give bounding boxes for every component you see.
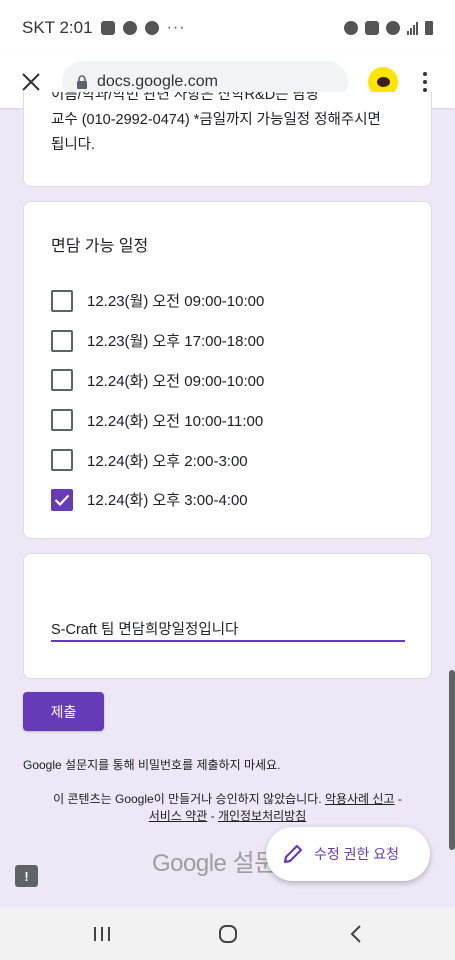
status-left: SKT 2:01 ··· xyxy=(22,18,186,38)
checkbox[interactable] xyxy=(51,369,73,392)
status-bar: SKT 2:01 ··· xyxy=(0,0,455,56)
url-text: docs.google.com xyxy=(97,73,218,90)
signal-icon xyxy=(407,21,418,35)
mute-icon xyxy=(365,21,379,35)
pencil-icon xyxy=(283,844,303,864)
checkbox-option[interactable]: 12.24(화) 오후 3:00-4:00 xyxy=(51,480,404,520)
description-line-3: 됩니다. xyxy=(51,137,96,153)
option-label: 12.23(월) 오후 17:00-18:00 xyxy=(87,333,265,351)
form-description-card: 이름/학과/학번 관련 사항은 산학R&D는 담당 교수 (010-2992-0… xyxy=(23,92,432,187)
menu-dot xyxy=(423,80,427,84)
disclaimer: 이 콘텐츠는 Google이 만들거나 승인하지 않았습니다. 악용사례 신고 … xyxy=(0,791,455,825)
scrollbar[interactable] xyxy=(449,670,455,850)
checkbox-option[interactable]: 12.23(월) 오후 17:00-18:00 xyxy=(51,321,404,361)
home-button[interactable] xyxy=(206,917,250,951)
back-button[interactable] xyxy=(334,917,378,951)
recent-apps-button[interactable] xyxy=(80,917,124,951)
report-abuse-link[interactable]: 악용사례 신고 xyxy=(325,792,395,806)
home-icon xyxy=(219,925,237,943)
terms-link[interactable]: 서비스 약관 xyxy=(149,809,208,823)
checkbox-option[interactable]: 12.24(화) 오전 09:00-10:00 xyxy=(51,361,404,401)
disclaimer-separator: - xyxy=(207,809,218,823)
submit-button[interactable]: 제출 xyxy=(23,692,104,731)
description-line-1: 이름/학과/학번 관련 사항은 산학R&D는 담당 xyxy=(51,92,320,103)
more-notifications-icon: ··· xyxy=(166,19,186,36)
system-nav-bar xyxy=(0,907,455,960)
lock-icon xyxy=(77,74,87,89)
report-feedback-button[interactable]: ! xyxy=(15,865,38,887)
privacy-link[interactable]: 개인정보처리방침 xyxy=(218,809,306,823)
checkbox-option[interactable]: 12.24(화) 오후 2:00-3:00 xyxy=(51,440,404,480)
checkbox[interactable] xyxy=(51,488,73,511)
chat-bubble-icon xyxy=(376,77,390,87)
option-label: 12.23(월) 오전 09:00-10:00 xyxy=(87,293,265,311)
question-card-schedule: 면담 가능 일정 12.23(월) 오전 09:00-10:00 12.23(월… xyxy=(23,201,432,539)
short-answer-input[interactable]: S-Craft 팀 면담희망일정입니다 xyxy=(51,618,405,642)
description-line-2: 교수 (010-2992-0474) *금일까지 가능일정 정해주시면 xyxy=(51,112,381,128)
description-clipped-line: 이름/학과/학번 관련 사항은 산학R&D는 담당 xyxy=(51,92,404,108)
disclaimer-text: 이 콘텐츠는 Google이 만들거나 승인하지 않았습니다. xyxy=(53,792,322,806)
request-edit-access-label: 수정 권한 요청 xyxy=(314,846,400,862)
checkbox[interactable] xyxy=(51,449,73,472)
checkbox-options: 12.23(월) 오전 09:00-10:00 12.23(월) 오후 17:0… xyxy=(51,281,404,520)
checkbox-option[interactable]: 12.23(월) 오전 09:00-10:00 xyxy=(51,281,404,321)
talk-notification-icon xyxy=(122,21,137,35)
option-label: 12.24(화) 오후 2:00-3:00 xyxy=(87,452,248,470)
battery-icon xyxy=(425,21,433,35)
chrome-notification-icon xyxy=(144,21,159,35)
disclaimer-separator: - xyxy=(394,792,402,806)
option-label: 12.24(화) 오전 10:00-11:00 xyxy=(87,412,264,430)
menu-dot xyxy=(423,72,427,76)
status-right xyxy=(344,21,433,35)
gallery-notification-icon xyxy=(100,21,115,35)
question-card-answer: S-Craft 팀 면담희망일정입니다 xyxy=(23,553,432,679)
question-title: 면담 가능 일정 xyxy=(51,238,149,255)
alarm-icon xyxy=(344,21,358,35)
request-edit-access-button[interactable]: 수정 권한 요청 xyxy=(266,827,430,881)
close-icon xyxy=(22,73,40,91)
checkbox[interactable] xyxy=(51,409,73,432)
option-label: 12.24(화) 오후 3:00-4:00 xyxy=(87,492,248,510)
check-icon xyxy=(54,494,70,506)
checkbox[interactable] xyxy=(51,329,73,352)
password-warning: Google 설문지를 통해 비밀번호를 제출하지 마세요. xyxy=(23,758,281,772)
google-forms-logo: Google 설문 xyxy=(152,850,276,877)
checkbox-option[interactable]: 12.24(화) 오전 10:00-11:00 xyxy=(51,400,404,440)
wifi-icon xyxy=(386,21,400,35)
carrier-time: SKT 2:01 xyxy=(22,18,93,37)
recent-apps-icon xyxy=(94,927,110,941)
option-label: 12.24(화) 오전 09:00-10:00 xyxy=(87,372,265,390)
checkbox[interactable] xyxy=(51,289,73,312)
back-icon xyxy=(350,925,361,943)
